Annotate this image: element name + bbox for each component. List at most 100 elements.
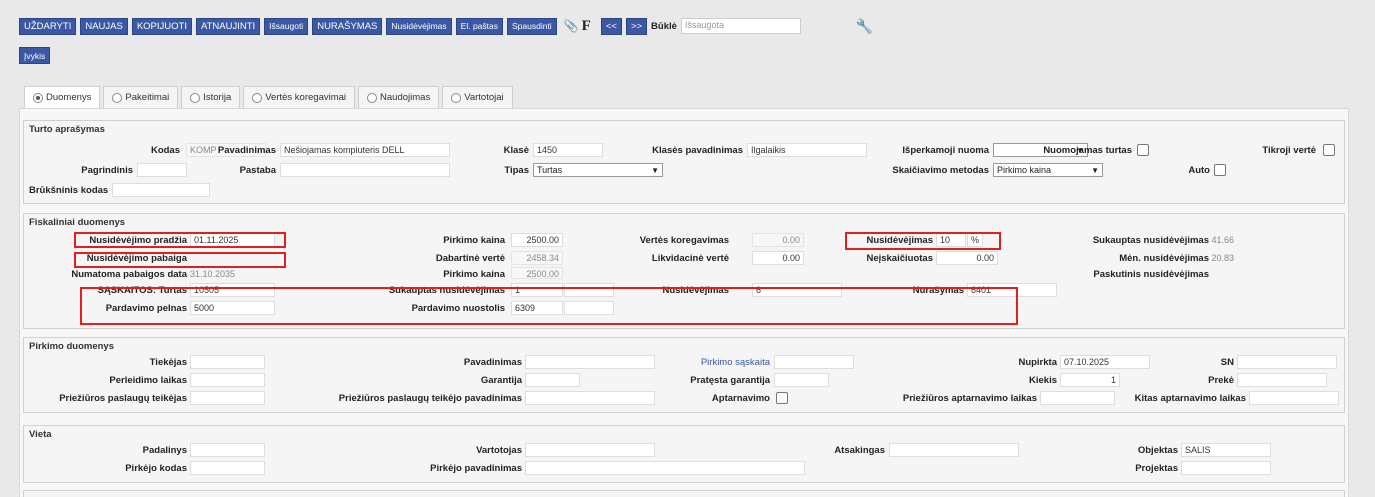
tab-bar: Duomenys Pakeitimai Istorija Vertės kore… (24, 86, 516, 108)
objektas-field[interactable]: SALIS (1181, 443, 1271, 457)
pratesta-garantija-field[interactable] (774, 373, 829, 387)
prieziuros-teikejas-field[interactable] (190, 391, 265, 405)
pavadinimas-label: Pavadinimas (217, 145, 276, 156)
depreciation-button[interactable]: Nusidėvėjimas (386, 17, 452, 35)
projektas-label: Projektas (1135, 463, 1178, 474)
paskutinis-label: Paskutinis nusidėvėjimas (1093, 269, 1209, 280)
padalinys-field[interactable] (190, 443, 265, 457)
kiekis-label: Kiekis (1029, 375, 1057, 386)
next-button[interactable]: >> (625, 17, 648, 35)
klases-pavadinimas-field[interactable]: Ilgalaikis (747, 143, 867, 157)
pirkimo-kaina-field[interactable]: 2500.00 (511, 233, 563, 247)
kitas-laikas-field[interactable] (1249, 391, 1339, 405)
nuomojamas-checkbox[interactable] (1137, 144, 1149, 156)
pagrindinis-field[interactable] (137, 163, 187, 177)
tab-vertes-koregavimai[interactable]: Vertės koregavimai (243, 86, 356, 108)
nuomojamas-turtas-label: Nuomojamas turtas (1043, 145, 1132, 156)
vertes-koregavimas-label: Vertės koregavimas (639, 235, 729, 246)
garantija-field[interactable] (525, 373, 580, 387)
pirkimo-saskaita-field[interactable] (774, 355, 854, 369)
email-button[interactable]: El. paštas (455, 17, 503, 35)
radio-icon (252, 92, 263, 103)
preke-field[interactable] (1237, 373, 1327, 387)
pirkejo-pav-field[interactable] (525, 461, 805, 475)
skaiciavimo-metodas-select[interactable]: Pirkimo kaina ▼ (993, 163, 1103, 177)
status-label: Būklė (651, 20, 677, 32)
sn-field[interactable] (1237, 355, 1337, 369)
pirkimo-saskaita-link[interactable]: Pirkimo sąskaita (701, 357, 770, 368)
vartotojas-label: Vartotojas (476, 445, 522, 456)
aptarnavimo-label: Aptarnavimo (711, 393, 770, 404)
tipas-select[interactable]: Turtas ▼ (533, 163, 663, 177)
close-button[interactable]: UŽDARYTI (19, 17, 77, 35)
radio-icon (112, 92, 123, 103)
dabartine-verte-label: Dabartinė vertė (435, 253, 505, 264)
pavadinimas-field[interactable] (525, 355, 655, 369)
tikroji-checkbox[interactable] (1323, 144, 1335, 156)
kiekis-field[interactable]: 1 (1060, 373, 1120, 387)
new-button[interactable]: NAUJAS (80, 17, 128, 35)
tipas-label: Tipas (504, 165, 529, 176)
projektas-field[interactable] (1181, 461, 1271, 475)
save-button[interactable]: Išsaugoti (264, 17, 309, 35)
print-button[interactable]: Spausdinti (507, 17, 557, 35)
neiskaiciuotas-field[interactable]: 0.00 (936, 251, 998, 265)
numatoma-value: 31.10.2035 (190, 269, 236, 279)
perleidimo-laikas-field[interactable] (190, 373, 265, 387)
auto-checkbox[interactable] (1214, 164, 1226, 176)
pirkejo-pav-label: Pirkėjo pavadinimas (430, 463, 522, 474)
auto-label: Auto (1188, 165, 1210, 176)
likvidacine-verte-field[interactable]: 0.00 (752, 251, 804, 265)
tab-istorija[interactable]: Istorija (181, 86, 241, 108)
events-button[interactable]: Įvykis (19, 47, 51, 64)
sukauptas-value: 41.66 (1211, 235, 1234, 245)
radio-icon (367, 92, 378, 103)
pastaba-field[interactable] (280, 163, 450, 177)
tiekejas-field[interactable] (190, 355, 265, 369)
radio-icon (190, 92, 201, 103)
panel-title: Vieta (29, 429, 52, 440)
highlight-box (74, 232, 286, 248)
tab-duomenys[interactable]: Duomenys (24, 86, 101, 108)
paperclip-icon[interactable]: 📎 (564, 19, 579, 33)
pratesta-garantija-label: Pratęsta garantija (690, 375, 770, 386)
aptarnavimo-checkbox[interactable] (776, 392, 788, 404)
atsakingas-field[interactable] (889, 443, 1019, 457)
vartotojas-field[interactable] (525, 443, 655, 457)
tab-naudojimas[interactable]: Naudojimas (358, 86, 440, 108)
sn-label: SN (1220, 357, 1234, 368)
next-panel (23, 490, 1345, 497)
copy-button[interactable]: KOPIJUOTI (131, 17, 192, 35)
pirkejo-kodas-label: Pirkėjo kodas (125, 463, 187, 474)
prieziuros-laikas-field[interactable] (1040, 391, 1115, 405)
asset-description-panel: Turto aprašymas Kodas KOMP Pavadinimas N… (23, 120, 1345, 204)
bruksninis-kodas-field[interactable] (112, 183, 210, 197)
objektas-label: Objektas (1137, 445, 1178, 456)
toolbar: UŽDARYTI NAUJAS KOPIJUOTI ATNAUJINTI Išs… (19, 17, 873, 35)
highlight-box (80, 287, 1018, 325)
atsakingas-label: Atsakingas (834, 445, 885, 456)
pavadinimas-label: Pavadinimas (463, 357, 522, 368)
kitas-laikas-label: Kitas aptarnavimo laikas (1134, 393, 1246, 404)
refresh-button[interactable]: ATNAUJINTI (195, 17, 261, 35)
pirkimo-kaina2-field: 2500.00 (511, 267, 563, 279)
wrench-icon[interactable]: 🔧 (856, 18, 873, 35)
pirkejo-kodas-field[interactable] (190, 461, 265, 475)
write-off-button[interactable]: NURAŠYMAS (312, 17, 383, 35)
pirkimo-kaina-label: Pirkimo kaina (443, 235, 505, 246)
prev-button[interactable]: << (600, 17, 622, 35)
vertes-koregavimas-field: 0.00 (752, 233, 804, 247)
highlight-box (845, 232, 1001, 250)
nupirkta-field[interactable]: 07.10.2025 (1060, 355, 1150, 369)
tab-vartotojai[interactable]: Vartotojai (442, 86, 513, 108)
tab-pakeitimai[interactable]: Pakeitimai (103, 86, 179, 108)
f-button[interactable]: F (582, 18, 591, 35)
likvidacine-verte-label: Likvidacinė vertė (651, 253, 729, 264)
prieziuros-pav-field[interactable] (525, 391, 655, 405)
klase-field[interactable]: 1450 (533, 143, 603, 157)
pavadinimas-field[interactable]: Nešiojamas kompiuteris DELL (280, 143, 450, 157)
padalinys-label: Padalinys (142, 445, 187, 456)
panel-title: Turto aprašymas (29, 124, 105, 135)
klases-pavadinimas-label: Klasės pavadinimas (652, 145, 743, 156)
pirkimo-kaina2-label: Pirkimo kaina (443, 269, 505, 280)
